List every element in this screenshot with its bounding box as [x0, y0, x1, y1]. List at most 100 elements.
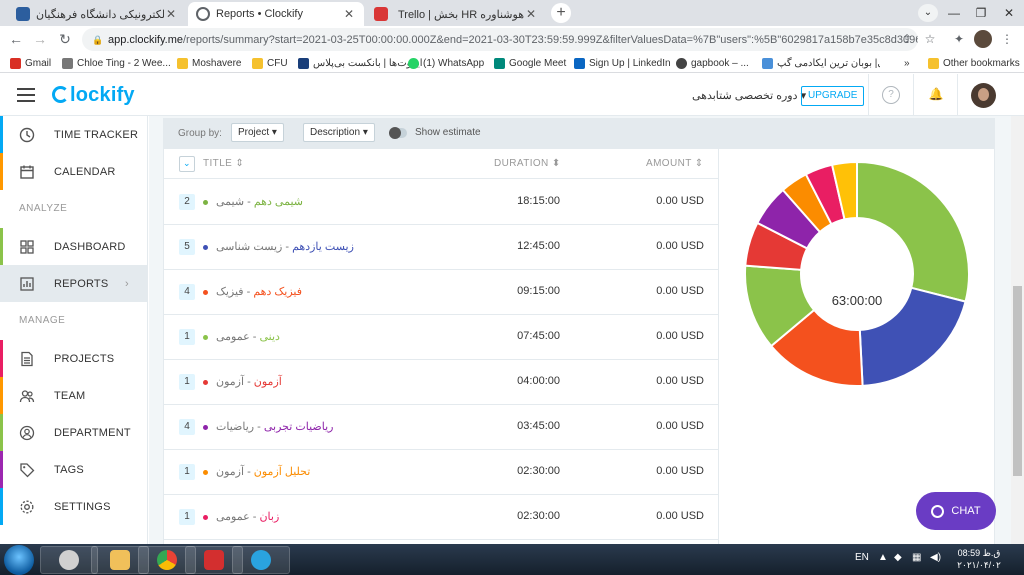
entry-count-badge[interactable]: 5 [179, 239, 195, 255]
title-column-header[interactable]: TITLE ⇕ [203, 158, 244, 169]
group-by-description-select[interactable]: Description ▾ [303, 123, 375, 142]
windows-start-button[interactable] [4, 545, 34, 575]
table-row[interactable]: 4 فیزیک دهم - فیزیک 09:15:00 0.00 USD [164, 270, 720, 315]
entry-count-badge[interactable]: 4 [179, 419, 195, 435]
hamburger-menu-icon[interactable] [17, 88, 35, 102]
tags-icon [20, 462, 35, 477]
show-estimate-toggle[interactable] [389, 127, 407, 139]
tab-search-icon[interactable]: ⌄ [918, 4, 938, 22]
donut-slice[interactable] [856, 160, 970, 303]
bookmark-bankset[interactable]: ایزوت‌ها | بانکست بی‌پلاس [298, 56, 423, 70]
chat-button[interactable]: CHAT [916, 492, 996, 530]
volume-icon[interactable]: ◀) [930, 552, 941, 563]
restore-icon[interactable]: ❐ [966, 0, 996, 26]
browser-tab-farhangian[interactable]: سامانه آموزش الکترونیکی دانشگاه فرهنگیان… [8, 2, 186, 26]
other-bookmarks[interactable]: Other bookmarks [928, 56, 1020, 70]
group-by-project-select[interactable]: Project ▾ [231, 123, 284, 142]
project-name: زبان [259, 511, 280, 523]
bookmark-gapbook[interactable]: gapbook – ... [676, 56, 749, 70]
sidebar-item-settings[interactable]: SETTINGS [0, 488, 147, 525]
duration-cell: 03:45:00 [517, 420, 560, 432]
close-tab-icon[interactable]: ✕ [164, 7, 178, 21]
tray-expand-icon[interactable]: ▲ [878, 552, 888, 563]
user-avatar[interactable] [971, 83, 996, 108]
expand-all-checkbox[interactable]: ⌄ [179, 156, 195, 172]
client-name: - آزمون [216, 376, 254, 388]
browser-toolbar: ← → ↻ 🔒 app.clockify.me/reports/summary?… [0, 26, 1024, 53]
table-row[interactable]: 2 شیمی دهم - شیمی 18:15:00 0.00 USD [164, 180, 720, 225]
browser-profile-avatar[interactable] [974, 30, 992, 48]
department-icon [19, 425, 35, 440]
table-row[interactable]: 1 آزمون - آزمون 04:00:00 0.00 USD [164, 360, 720, 405]
window-close-icon[interactable]: ✕ [994, 0, 1024, 26]
taskbar-telegram[interactable] [232, 546, 290, 574]
taskbar-snipping-tool[interactable] [40, 546, 98, 574]
table-row[interactable]: 1 زبان - عمومی 02:30:00 0.00 USD [164, 495, 720, 540]
help-icon[interactable]: ? [882, 86, 900, 104]
donut-total-label: 63:00:00 [831, 293, 883, 308]
back-arrow-icon[interactable]: ← [6, 29, 26, 49]
reload-icon[interactable]: ↻ [55, 29, 75, 49]
entry-count-badge[interactable]: 1 [179, 509, 195, 525]
amount-column-header[interactable]: AMOUNT ⇕ [646, 158, 704, 169]
forward-arrow-icon[interactable]: → [30, 29, 50, 49]
scrollbar-thumb[interactable] [1013, 286, 1022, 476]
team-icon [19, 389, 35, 402]
entry-count-badge[interactable]: 4 [179, 284, 195, 300]
bookmark-ramezani[interactable]: رمضانی| بوبان ترین ایکادمی گپ... [762, 56, 880, 70]
extensions-icon[interactable]: ✦ [950, 30, 968, 48]
bookmark-gmail[interactable]: Gmail [10, 56, 51, 70]
close-tab-icon[interactable]: ✕ [524, 7, 538, 21]
bookmark-cfu[interactable]: CFU [252, 56, 288, 70]
trello-favicon-icon [374, 7, 388, 21]
address-bar[interactable]: 🔒 app.clockify.me/reports/summary?start=… [82, 28, 918, 51]
duration-column-header[interactable]: DURATION ⬍ [494, 158, 561, 169]
bookmark-google-meet[interactable]: Google Meet [494, 56, 566, 70]
sidebar-item-reports[interactable]: REPORTS › [0, 265, 147, 302]
workspace-selector[interactable]: دوره تخصصی شتابدهی ▾ [692, 89, 806, 102]
minimize-icon[interactable]: — [939, 0, 969, 26]
close-tab-icon[interactable]: ✕ [342, 7, 356, 21]
table-row[interactable]: 4 ریاضیات تجربی - ریاضیات 03:45:00 0.00 USD [164, 405, 720, 450]
entry-count-badge[interactable]: 1 [179, 329, 195, 345]
clockify-logo[interactable]: lockify [52, 84, 135, 107]
table-row[interactable]: 5 زیست یازدهم - زیست شناسی 12:45:00 0.00 US… [164, 225, 720, 270]
browser-menu-icon[interactable]: ⋮ [998, 30, 1016, 48]
table-row[interactable]: 1 تحلیل آزمون - آزمون 02:30:00 0.00 USD [164, 450, 720, 495]
page-scrollbar[interactable] [1011, 116, 1024, 544]
sidebar-item-team[interactable]: TEAM [0, 377, 147, 414]
chrome-icon [157, 550, 177, 570]
entry-count-badge[interactable]: 2 [179, 194, 195, 210]
bookmarks-overflow-icon[interactable]: » [904, 56, 910, 70]
tray-app-icon[interactable]: ◆ [894, 552, 902, 563]
upgrade-button[interactable]: UPGRADE [801, 86, 865, 106]
share-icon[interactable]: ⇪ [898, 30, 916, 48]
sidebar-item-department[interactable]: DEPARTMENT [0, 414, 147, 451]
notification-bell-icon[interactable]: 🔔 [927, 86, 945, 104]
sidebar-item-dashboard[interactable]: DASHBOARD [0, 228, 147, 265]
amount-cell: 0.00 USD [656, 195, 704, 207]
bookmark-linkedin[interactable]: Sign Up | LinkedIn [574, 56, 671, 70]
bookmark-whatsapp[interactable]: (1) WhatsApp [408, 56, 484, 70]
entry-count-badge[interactable]: 1 [179, 374, 195, 390]
report-filter-bar: Group by: Project ▾ Description ▾ Show e… [163, 118, 995, 148]
browser-tab-trello[interactable]: Trello | بخش HR هوشناوره ✕ [366, 2, 546, 26]
amount-cell: 0.00 USD [656, 285, 704, 297]
project-name: فیزیک دهم [253, 286, 302, 298]
language-indicator[interactable]: EN [855, 552, 869, 563]
duration-cell: 02:30:00 [517, 465, 560, 477]
sidebar-item-time-tracker[interactable]: TIME TRACKER [0, 116, 147, 153]
sidebar-item-calendar[interactable]: CALENDAR [0, 153, 147, 190]
sidebar-item-tags[interactable]: TAGS [0, 451, 147, 488]
sidebar-item-projects[interactable]: PROJECTS [0, 340, 147, 377]
entry-count-badge[interactable]: 1 [179, 464, 195, 480]
table-row[interactable]: 1 دینی - عمومی 07:45:00 0.00 USD [164, 315, 720, 360]
bookmark-chloe-ting[interactable]: Chloe Ting - 2 Wee... [62, 56, 171, 70]
taskbar-clock[interactable]: 08:59 ق.ظ ۲۰۲۱/۰۴/۰۲ [952, 547, 1006, 571]
project-title: دینی - عمومی [216, 330, 446, 343]
bookmark-star-icon[interactable]: ☆ [921, 30, 939, 48]
network-icon[interactable]: ▦ [912, 552, 921, 563]
browser-tab-clockify[interactable]: Reports • Clockify ✕ [188, 2, 364, 26]
new-tab-button[interactable]: + [551, 3, 571, 23]
bookmark-moshavere[interactable]: Moshavere [177, 56, 241, 70]
